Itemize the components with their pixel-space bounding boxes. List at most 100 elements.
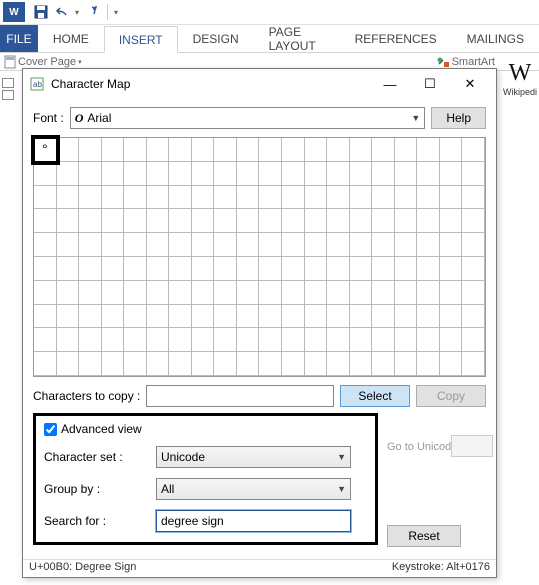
char-cell[interactable] [237, 281, 260, 305]
character-grid[interactable]: ° [33, 137, 486, 377]
char-cell[interactable] [327, 233, 350, 257]
minimize-button[interactable]: — [370, 70, 410, 98]
redo-icon[interactable] [81, 2, 101, 22]
char-cell[interactable] [147, 257, 170, 281]
char-cell[interactable] [462, 209, 485, 233]
char-cell[interactable] [417, 186, 440, 210]
char-cell[interactable] [372, 233, 395, 257]
char-cell[interactable] [305, 328, 328, 352]
char-cell[interactable] [282, 138, 305, 162]
char-cell[interactable] [124, 162, 147, 186]
char-cell[interactable] [440, 233, 463, 257]
char-cell[interactable] [57, 305, 80, 329]
char-cell[interactable] [462, 162, 485, 186]
char-cell[interactable] [395, 186, 418, 210]
char-cell[interactable] [34, 328, 57, 352]
char-cell[interactable] [327, 305, 350, 329]
char-cell[interactable]: ° [34, 138, 57, 162]
group-dropdown[interactable]: All ▼ [156, 478, 351, 500]
char-cell[interactable] [169, 305, 192, 329]
char-cell[interactable] [192, 233, 215, 257]
char-cell[interactable] [305, 352, 328, 376]
char-cell[interactable] [327, 281, 350, 305]
char-cell[interactable] [440, 281, 463, 305]
char-cell[interactable] [79, 281, 102, 305]
char-cell[interactable] [169, 328, 192, 352]
char-cell[interactable] [259, 328, 282, 352]
char-cell[interactable] [282, 281, 305, 305]
char-cell[interactable] [372, 257, 395, 281]
char-cell[interactable] [79, 233, 102, 257]
char-cell[interactable] [214, 328, 237, 352]
char-cell[interactable] [102, 233, 125, 257]
char-cell[interactable] [237, 138, 260, 162]
char-cell[interactable] [259, 162, 282, 186]
char-cell[interactable] [57, 162, 80, 186]
char-cell[interactable] [147, 162, 170, 186]
char-cell[interactable] [417, 257, 440, 281]
char-cell[interactable] [169, 352, 192, 376]
char-cell[interactable] [417, 233, 440, 257]
char-cell[interactable] [417, 138, 440, 162]
char-cell[interactable] [305, 186, 328, 210]
char-cell[interactable] [102, 186, 125, 210]
char-cell[interactable] [462, 305, 485, 329]
char-cell[interactable] [147, 281, 170, 305]
char-cell[interactable] [34, 352, 57, 376]
char-cell[interactable] [34, 305, 57, 329]
char-cell[interactable] [417, 281, 440, 305]
char-cell[interactable] [79, 257, 102, 281]
char-cell[interactable] [57, 233, 80, 257]
char-cell[interactable] [237, 209, 260, 233]
char-cell[interactable] [327, 328, 350, 352]
char-cell[interactable] [372, 209, 395, 233]
char-cell[interactable] [462, 352, 485, 376]
char-cell[interactable] [440, 305, 463, 329]
char-cell[interactable] [79, 186, 102, 210]
char-cell[interactable] [214, 257, 237, 281]
char-cell[interactable] [192, 138, 215, 162]
char-cell[interactable] [34, 281, 57, 305]
char-cell[interactable] [395, 209, 418, 233]
char-cell[interactable] [259, 233, 282, 257]
char-cell[interactable] [327, 186, 350, 210]
char-cell[interactable] [102, 257, 125, 281]
char-cell[interactable] [169, 138, 192, 162]
char-cell[interactable] [350, 305, 373, 329]
char-cell[interactable] [395, 233, 418, 257]
char-cell[interactable] [282, 305, 305, 329]
char-cell[interactable] [259, 257, 282, 281]
char-cell[interactable] [34, 186, 57, 210]
char-cell[interactable] [147, 209, 170, 233]
char-cell[interactable] [79, 305, 102, 329]
char-cell[interactable] [305, 281, 328, 305]
tab-page-layout[interactable]: PAGE LAYOUT [254, 25, 340, 52]
char-cell[interactable] [57, 281, 80, 305]
char-cell[interactable] [327, 257, 350, 281]
char-cell[interactable] [169, 233, 192, 257]
char-cell[interactable] [102, 209, 125, 233]
char-cell[interactable] [327, 138, 350, 162]
char-cell[interactable] [462, 186, 485, 210]
char-cell[interactable] [124, 281, 147, 305]
char-cell[interactable] [124, 305, 147, 329]
char-cell[interactable] [169, 281, 192, 305]
char-cell[interactable] [34, 162, 57, 186]
char-cell[interactable] [395, 352, 418, 376]
char-cell[interactable] [147, 233, 170, 257]
char-cell[interactable] [350, 233, 373, 257]
char-cell[interactable] [395, 281, 418, 305]
char-cell[interactable] [350, 352, 373, 376]
char-cell[interactable] [34, 257, 57, 281]
char-cell[interactable] [147, 328, 170, 352]
char-cell[interactable] [57, 138, 80, 162]
char-cell[interactable] [124, 352, 147, 376]
tab-home[interactable]: HOME [38, 25, 104, 52]
font-dropdown[interactable]: O Arial ▼ [70, 107, 426, 129]
char-cell[interactable] [79, 138, 102, 162]
select-button[interactable]: Select [340, 385, 410, 407]
char-cell[interactable] [440, 209, 463, 233]
char-cell[interactable] [282, 186, 305, 210]
char-cell[interactable] [259, 209, 282, 233]
char-cell[interactable] [124, 233, 147, 257]
